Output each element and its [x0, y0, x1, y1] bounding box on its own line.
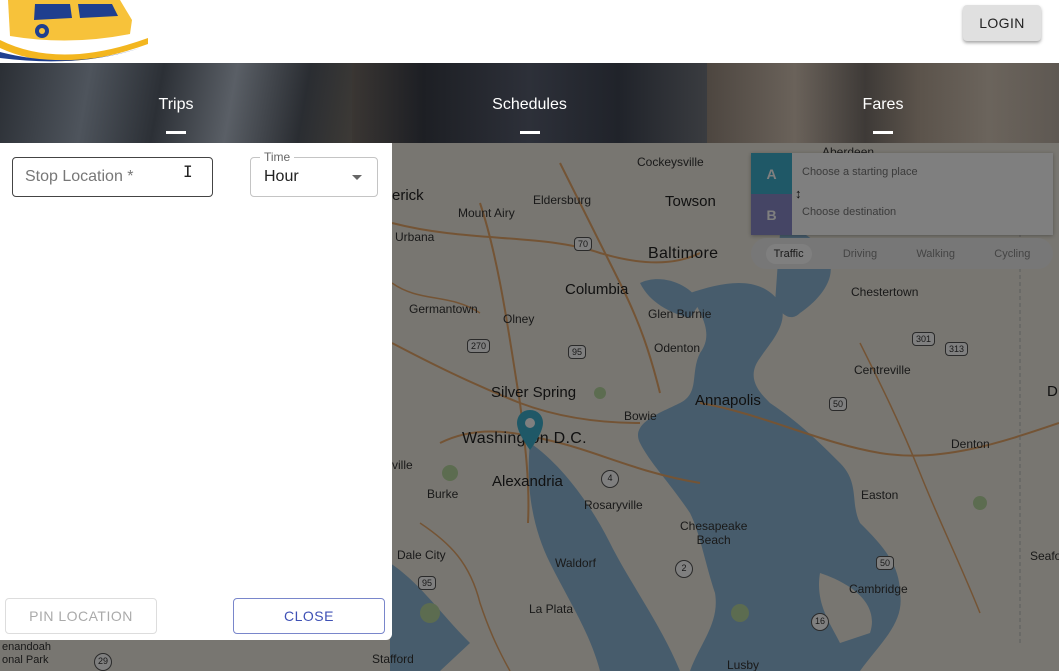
- route-shield: 301: [912, 332, 936, 346]
- text-cursor-icon: I: [183, 162, 193, 181]
- map-label-ville: ville: [392, 458, 413, 472]
- chevron-down-icon: [352, 175, 362, 180]
- map-label-dale-city: Dale City: [397, 548, 446, 562]
- login-button[interactable]: LOGIN: [963, 5, 1041, 41]
- map-label-bowie: Bowie: [624, 409, 657, 423]
- map-label-centreville: Centreville: [854, 363, 911, 377]
- profile-driving[interactable]: Driving: [835, 244, 885, 264]
- map-label-glen-burnie: Glen Burnie: [648, 307, 712, 321]
- tab-trips-label: Trips: [158, 96, 194, 113]
- map-label-odenton: Odenton: [654, 341, 701, 355]
- map-label-stafford: Stafford: [372, 652, 414, 666]
- profile-traffic[interactable]: Traffic: [765, 243, 812, 264]
- map-label-denton: Denton: [951, 437, 990, 451]
- travel-profile-selector: Traffic Driving Walking Cycling: [751, 238, 1053, 269]
- tab-schedules-indicator: [519, 131, 540, 134]
- route-shield: 95: [418, 576, 437, 590]
- map-label-waldorf: Waldorf: [555, 556, 596, 570]
- route-shield: 313: [945, 342, 969, 356]
- profile-walking[interactable]: Walking: [908, 244, 963, 264]
- bus-logo[interactable]: [0, 0, 150, 63]
- route-shield: 29: [94, 653, 112, 671]
- map-label-erick: erick: [392, 187, 424, 204]
- map-label-d: D: [1047, 383, 1058, 400]
- map-label-seaford: Seafo: [1030, 549, 1059, 563]
- pin-location-button[interactable]: PIN LOCATION: [5, 598, 157, 634]
- route-shield: 16: [811, 613, 829, 631]
- tab-fares[interactable]: Fares: [707, 63, 1059, 143]
- map-label-alexandria: Alexandria: [492, 473, 563, 490]
- route-shield: 50: [876, 556, 895, 570]
- tab-fares-indicator: [873, 131, 893, 134]
- map-label-towson: Towson: [665, 193, 716, 210]
- route-shield: 270: [467, 339, 491, 353]
- map-label-chesapeake-beach: Chesapeake Beach: [680, 519, 748, 547]
- origin-marker: A: [751, 153, 792, 194]
- map-pin-icon[interactable]: [515, 408, 545, 453]
- destination-input[interactable]: Choose destination: [802, 206, 896, 218]
- map-label-baltimore: Baltimore: [648, 245, 719, 262]
- time-select[interactable]: Time Hour: [250, 150, 378, 197]
- map-label-silver-spring: Silver Spring: [491, 384, 577, 401]
- route-shield: 95: [568, 345, 587, 359]
- map-label-annapolis: Annapolis: [695, 392, 761, 409]
- map-label-shenandoah: enandoah onal Park: [2, 641, 51, 666]
- main-nav: Trips Schedules Fares: [0, 63, 1059, 143]
- map-label-burke: Burke: [427, 487, 459, 501]
- map-label-cambridge: Cambridge: [849, 582, 908, 596]
- profile-cycling[interactable]: Cycling: [986, 244, 1038, 264]
- route-shield: 2: [675, 560, 693, 578]
- origin-input[interactable]: Choose a starting place: [802, 166, 918, 178]
- map-label-columbia: Columbia: [565, 281, 629, 298]
- tab-trips-indicator: [166, 131, 186, 134]
- tab-trips[interactable]: Trips: [0, 63, 352, 143]
- map-label-rosaryville: Rosaryville: [584, 498, 643, 512]
- route-shield: 50: [829, 397, 848, 411]
- time-select-label: Time: [260, 150, 295, 164]
- app-header: LOGIN: [0, 0, 1059, 63]
- swap-icon[interactable]: ↕: [795, 186, 802, 201]
- map-label-germantown: Germantown: [409, 302, 478, 316]
- map-label-la-plata: La Plata: [529, 602, 574, 616]
- map-label-olney: Olney: [503, 312, 535, 326]
- map-label-cockeysville: Cockeysville: [637, 155, 704, 169]
- tab-fares-label: Fares: [862, 96, 904, 113]
- map-label-mount-airy: Mount Airy: [458, 206, 515, 220]
- time-select-value: Hour: [264, 168, 299, 185]
- tab-schedules-label: Schedules: [492, 96, 567, 113]
- route-shield: 4: [601, 470, 619, 488]
- map-label-chestertown: Chestertown: [851, 285, 919, 299]
- directions-widget: A B Choose a starting place ↕ Choose des…: [751, 153, 1053, 235]
- map-label-lusby: Lusby: [727, 658, 760, 671]
- route-shield: 70: [574, 237, 593, 251]
- destination-marker: B: [751, 194, 792, 235]
- map-label-urbana: Urbana: [395, 230, 435, 244]
- map-label-easton: Easton: [861, 488, 899, 502]
- tab-schedules[interactable]: Schedules: [352, 63, 707, 143]
- trip-panel: I Time Hour PIN LOCATION CLOSE: [0, 143, 392, 640]
- close-button[interactable]: CLOSE: [233, 598, 385, 634]
- map-label-eldersburg: Eldersburg: [533, 193, 592, 207]
